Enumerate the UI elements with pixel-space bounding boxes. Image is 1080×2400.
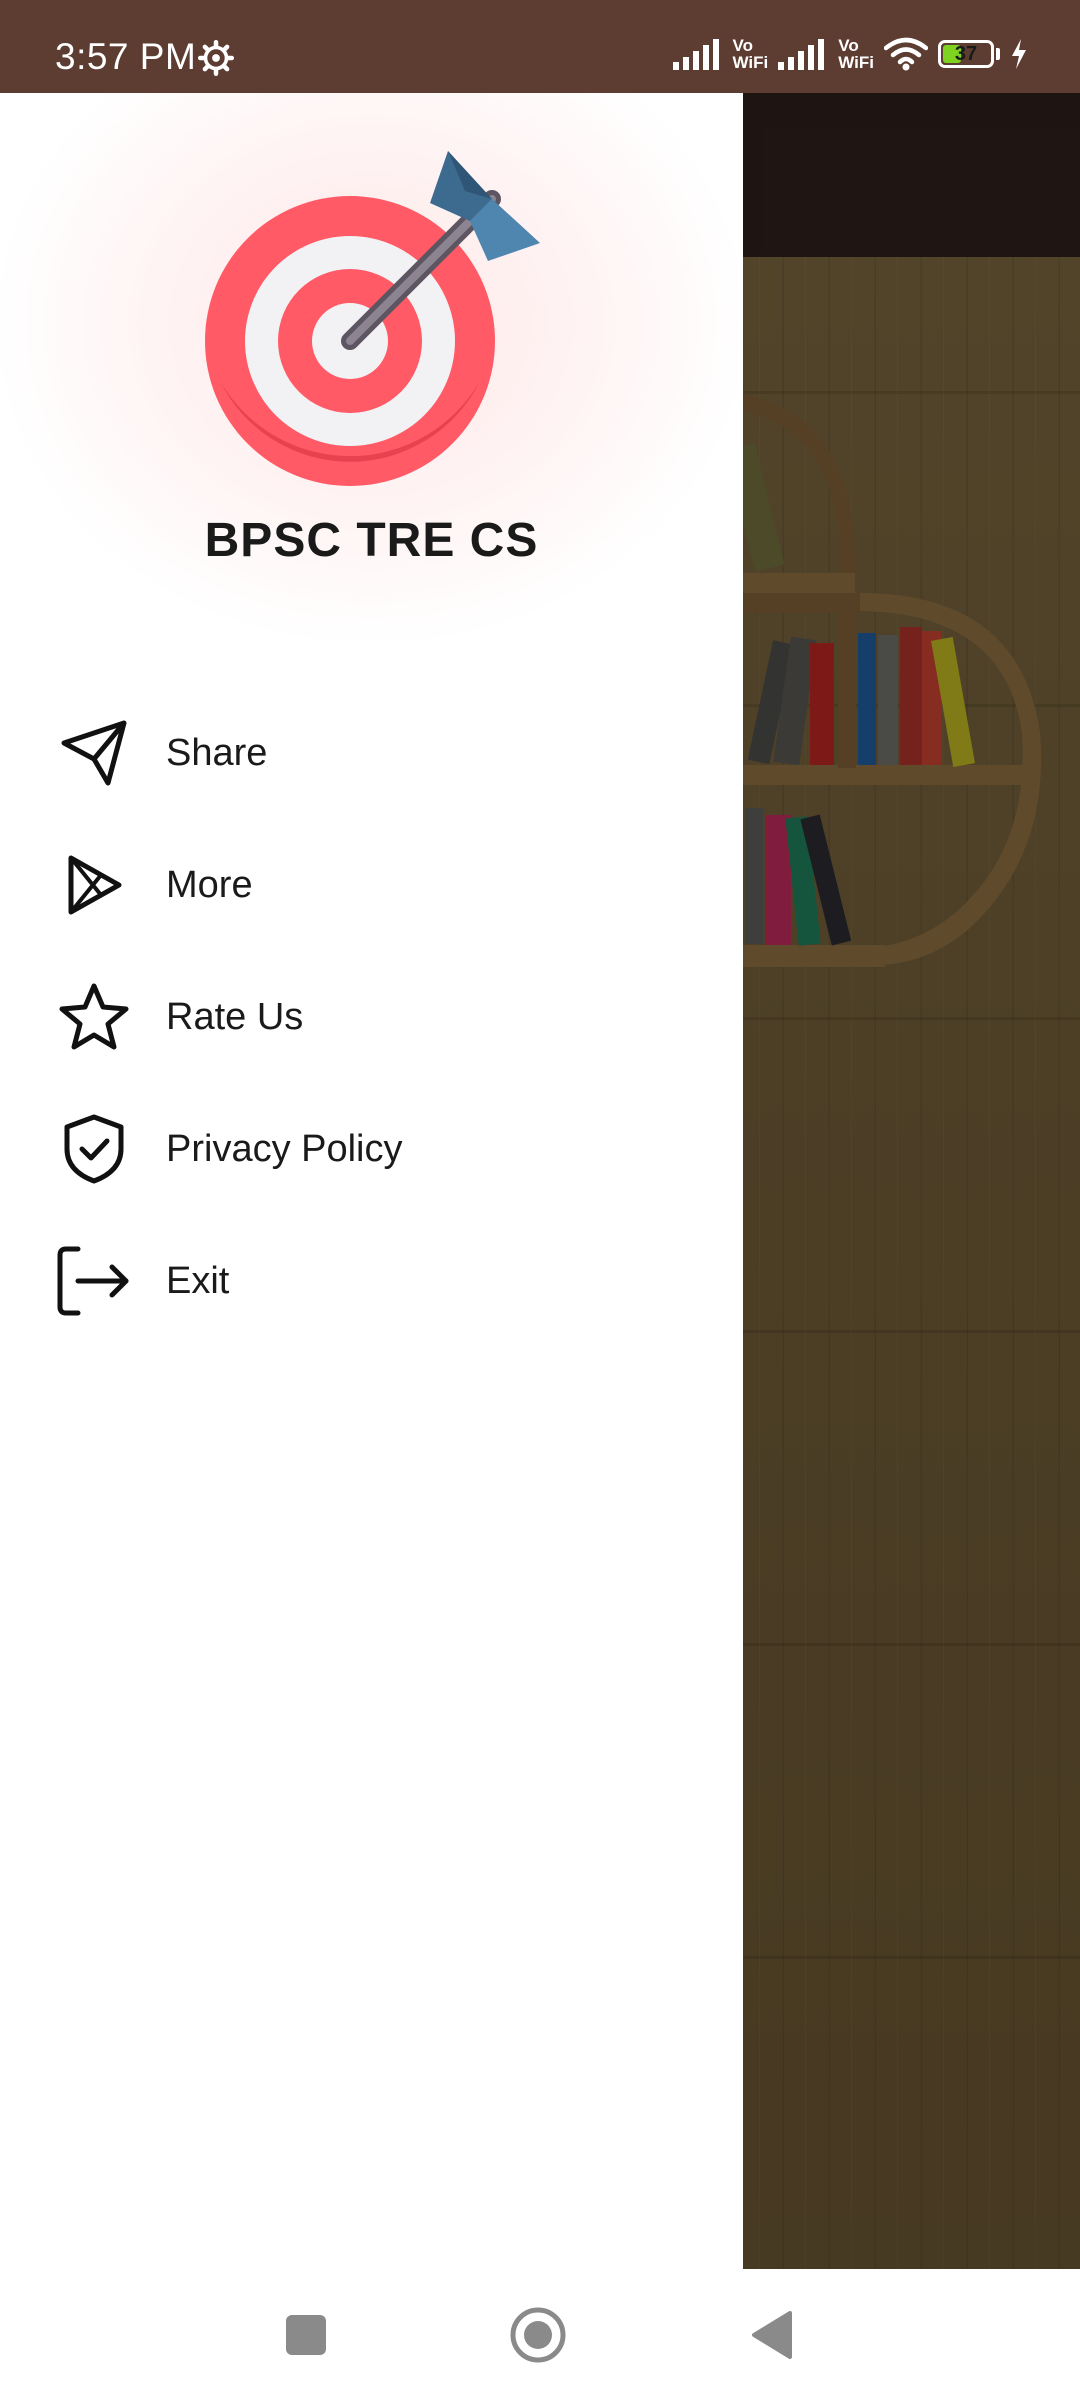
app-title: BPSC TRE CS <box>204 514 539 567</box>
menu-item-label: Privacy Policy <box>166 1127 403 1170</box>
status-time: 3:57 PM <box>55 36 197 77</box>
system-nav-bar <box>0 2269 1080 2400</box>
vowifi-label-top: Vo <box>732 36 753 55</box>
target-with-arrow-icon <box>205 151 540 486</box>
play-store-icon <box>56 847 132 923</box>
vowifi-icon: Vo WiFi <box>733 37 769 71</box>
menu-item-privacy-policy[interactable]: Privacy Policy <box>0 1083 743 1215</box>
battery-level: 37 <box>954 42 978 65</box>
exit-icon <box>56 1243 132 1319</box>
menu-item-more[interactable]: More <box>0 819 743 951</box>
menu-item-rate-us[interactable]: Rate Us <box>0 951 743 1083</box>
signal-icon <box>672 39 719 70</box>
recents-square-icon[interactable] <box>276 2305 336 2365</box>
status-icons: Vo WiFi Vo WiFi 37 <box>672 34 1028 74</box>
wifi-icon <box>884 37 928 71</box>
menu-item-label: Exit <box>166 1259 230 1302</box>
home-circle-icon[interactable] <box>508 2305 568 2365</box>
paper-plane-icon <box>56 715 132 791</box>
battery-cap <box>996 48 1000 60</box>
drawer-header: BPSC TRE CS <box>0 93 743 641</box>
battery-icon: 37 <box>938 40 994 68</box>
drawer-menu: Share More Rate Us Privacy Policy Exit <box>0 687 743 1347</box>
signal-icon <box>778 39 825 70</box>
menu-item-exit[interactable]: Exit <box>0 1215 743 1347</box>
menu-item-share[interactable]: Share <box>0 687 743 819</box>
settings-gear-icon <box>198 40 234 76</box>
back-triangle-icon[interactable] <box>742 2305 802 2365</box>
vowifi-label-bottom: WiFi <box>838 53 874 72</box>
menu-item-label: More <box>166 863 253 906</box>
menu-item-label: Rate Us <box>166 995 304 1038</box>
charging-icon <box>1012 39 1026 69</box>
menu-item-label: Share <box>166 731 268 774</box>
navigation-drawer: BPSC TRE CS Share More Rate Us Privacy P… <box>0 93 743 2269</box>
vowifi-label-bottom: WiFi <box>732 53 769 72</box>
vowifi-icon: Vo WiFi <box>838 37 874 71</box>
status-bar: 3:57 PM Vo WiFi Vo WiFi 37 <box>0 0 1080 93</box>
shield-check-icon <box>56 1111 132 1187</box>
vowifi-label-top: Vo <box>838 36 859 55</box>
star-icon <box>56 979 132 1055</box>
